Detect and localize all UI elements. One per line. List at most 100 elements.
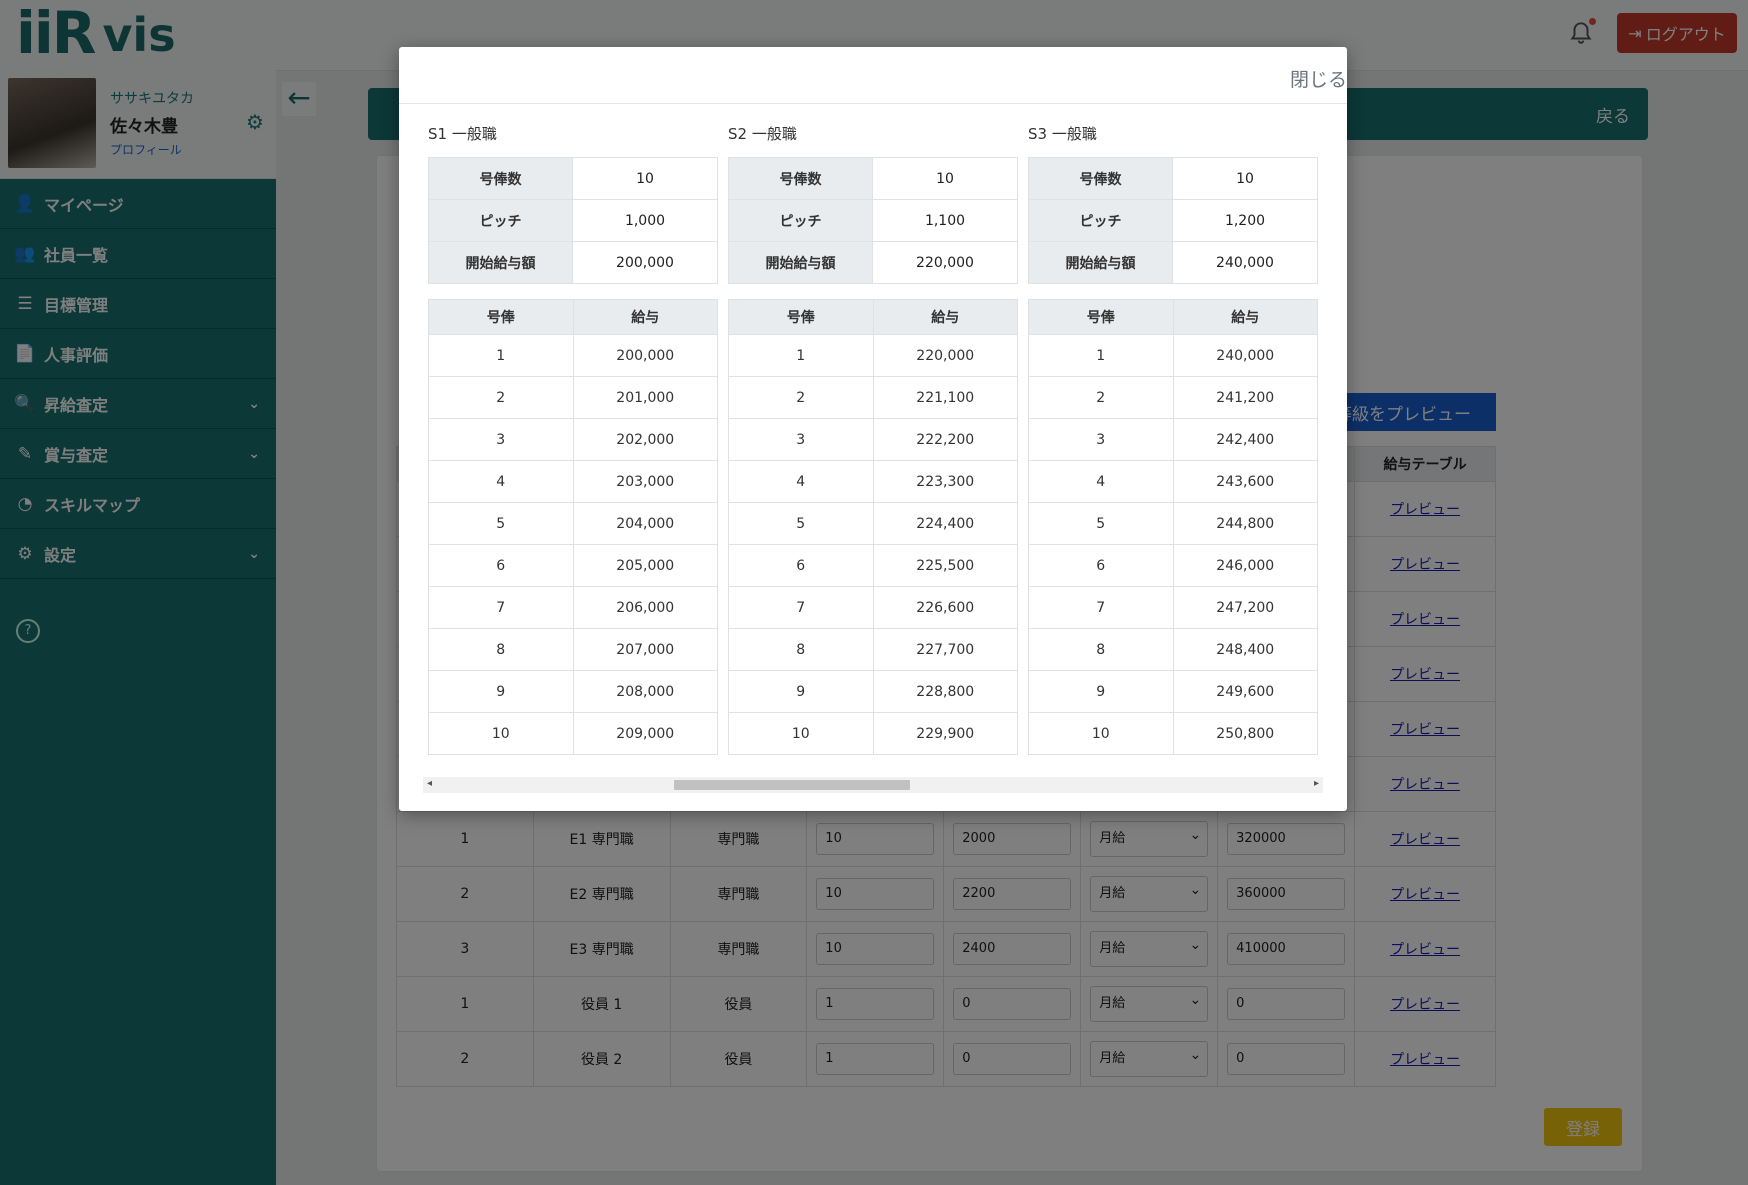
salary-cell: 249,600: [1172, 670, 1318, 713]
steps-label: 号俸数: [1028, 157, 1173, 200]
modal-header: 閉じる: [399, 47, 1347, 104]
table-row: 7 206,000: [428, 586, 718, 629]
start-value: 200,000: [572, 241, 718, 284]
pitch-label: ピッチ: [428, 199, 573, 242]
step-cell: 5: [728, 502, 874, 545]
step-cell: 1: [428, 334, 574, 377]
salary-step-table: 号俸 給与 1 200,000 2 201,000 3 202,000 4 203,000 5 204…: [428, 299, 718, 755]
salary-cell: 248,400: [1172, 628, 1318, 671]
step-cell: 4: [1028, 460, 1174, 503]
table-row: 2 221,100: [728, 376, 1018, 419]
table-row: 3 222,200: [728, 418, 1018, 461]
step-cell: 2: [1028, 376, 1174, 419]
col-salary: 給与: [1172, 299, 1318, 335]
start-label: 開始給与額: [728, 241, 873, 284]
salary-cell: 228,800: [872, 670, 1018, 713]
salary-cell: 201,000: [572, 376, 718, 419]
step-cell: 6: [428, 544, 574, 587]
salary-cell: 203,000: [572, 460, 718, 503]
start-label: 開始給与額: [1028, 241, 1173, 284]
grade-title: S1 一般職: [428, 125, 497, 143]
table-row: 10 250,800: [1028, 712, 1318, 755]
step-cell: 9: [728, 670, 874, 713]
table-row: 6 225,500: [728, 544, 1018, 587]
step-cell: 1: [1028, 334, 1174, 377]
salary-cell: 227,700: [872, 628, 1018, 671]
table-row: 3 242,400: [1028, 418, 1318, 461]
table-row: 8 248,400: [1028, 628, 1318, 671]
table-row: 9 249,600: [1028, 670, 1318, 713]
table-row: 9 228,800: [728, 670, 1018, 713]
step-cell: 6: [1028, 544, 1174, 587]
step-cell: 9: [1028, 670, 1174, 713]
salary-cell: 244,800: [1172, 502, 1318, 545]
step-cell: 8: [728, 628, 874, 671]
steps-value: 10: [1172, 157, 1318, 200]
salary-cell: 247,200: [1172, 586, 1318, 629]
table-row: 4 203,000: [428, 460, 718, 503]
salary-cell: 209,000: [572, 712, 718, 755]
scroll-left-icon[interactable]: ◂: [427, 778, 432, 789]
step-cell: 2: [728, 376, 874, 419]
grade-summary-table: 号俸数 10 ピッチ 1,000 開始給与額 200,000: [428, 157, 718, 284]
table-row: 6 205,000: [428, 544, 718, 587]
pitch-value: 1,100: [872, 199, 1018, 242]
steps-label: 号俸数: [428, 157, 573, 200]
grade-block-3: S3 一般職 号俸数 10 ピッチ 1,200 開始給与額 240,000 号俸 給与 1 240,…: [1028, 123, 1318, 755]
horizontal-scrollbar[interactable]: ◂ ▸: [423, 777, 1323, 793]
table-row: 1 220,000: [728, 334, 1018, 377]
table-row: 6 246,000: [1028, 544, 1318, 587]
table-row: 9 208,000: [428, 670, 718, 713]
col-salary: 給与: [872, 299, 1018, 335]
scrollbar-thumb[interactable]: [674, 780, 910, 790]
salary-cell: 241,200: [1172, 376, 1318, 419]
col-step: 号俸: [728, 299, 874, 335]
salary-cell: 226,600: [872, 586, 1018, 629]
step-cell: 7: [428, 586, 574, 629]
table-row: 2 201,000: [428, 376, 718, 419]
step-cell: 3: [1028, 418, 1174, 461]
step-cell: 7: [728, 586, 874, 629]
grade-summary-table: 号俸数 10 ピッチ 1,100 開始給与額 220,000: [728, 157, 1018, 284]
step-cell: 8: [1028, 628, 1174, 671]
salary-cell: 206,000: [572, 586, 718, 629]
grade-block-1: S1 一般職 号俸数 10 ピッチ 1,000 開始給与額 200,000 号俸 給与 1 200,…: [428, 123, 718, 755]
col-step: 号俸: [428, 299, 574, 335]
steps-label: 号俸数: [728, 157, 873, 200]
table-row: 5 224,400: [728, 502, 1018, 545]
col-step: 号俸: [1028, 299, 1174, 335]
step-cell: 1: [728, 334, 874, 377]
salary-cell: 223,300: [872, 460, 1018, 503]
table-row: 1 200,000: [428, 334, 718, 377]
salary-cell: 246,000: [1172, 544, 1318, 587]
step-cell: 2: [428, 376, 574, 419]
salary-cell: 205,000: [572, 544, 718, 587]
scroll-right-icon[interactable]: ▸: [1314, 778, 1319, 789]
step-cell: 10: [428, 712, 574, 755]
table-row: 7 247,200: [1028, 586, 1318, 629]
salary-step-table: 号俸 給与 1 240,000 2 241,200 3 242,400 4 243,600 5 244…: [1028, 299, 1318, 755]
grade-title: S3 一般職: [1028, 125, 1097, 143]
table-row: 5 244,800: [1028, 502, 1318, 545]
grade-title: S2 一般職: [728, 125, 797, 143]
salary-cell: 204,000: [572, 502, 718, 545]
table-row: 4 243,600: [1028, 460, 1318, 503]
pitch-value: 1,000: [572, 199, 718, 242]
col-salary: 給与: [572, 299, 718, 335]
step-cell: 5: [1028, 502, 1174, 545]
salary-cell: 222,200: [872, 418, 1018, 461]
table-row: 3 202,000: [428, 418, 718, 461]
start-label: 開始給与額: [428, 241, 573, 284]
salary-cell: 220,000: [872, 334, 1018, 377]
salary-cell: 229,900: [872, 712, 1018, 755]
pitch-value: 1,200: [1172, 199, 1318, 242]
start-value: 240,000: [1172, 241, 1318, 284]
close-button[interactable]: 閉じる: [1290, 65, 1347, 92]
grade-summary-table: 号俸数 10 ピッチ 1,200 開始給与額 240,000: [1028, 157, 1318, 284]
salary-cell: 221,100: [872, 376, 1018, 419]
step-cell: 10: [1028, 712, 1174, 755]
table-row: 1 240,000: [1028, 334, 1318, 377]
table-row: 7 226,600: [728, 586, 1018, 629]
step-cell: 9: [428, 670, 574, 713]
salary-cell: 200,000: [572, 334, 718, 377]
